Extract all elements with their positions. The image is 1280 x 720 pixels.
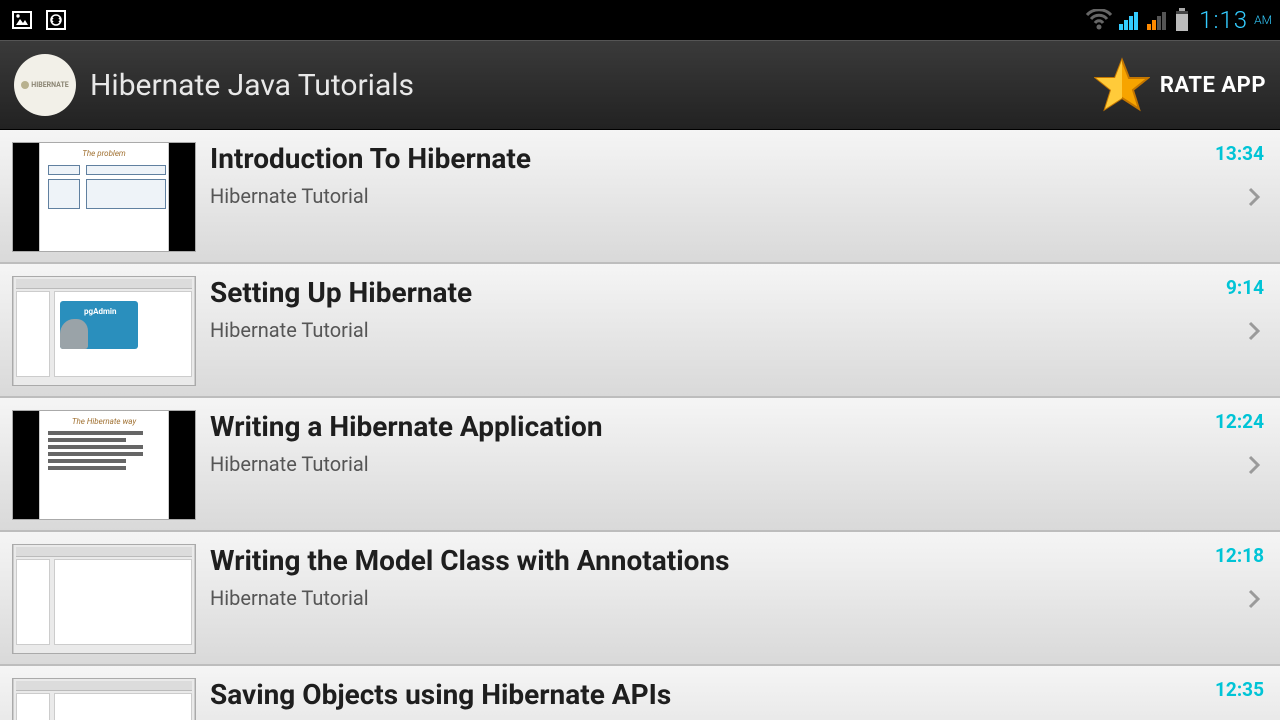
video-subtitle: Hibernate Tutorial [210,184,1201,208]
rate-app-label: RATE APP [1160,73,1266,98]
status-bar: 1:13 AM [0,0,1280,40]
video-title: Writing a Hibernate Application [210,410,1201,444]
list-item[interactable]: The Hibernate way Writing a Hibernate Ap… [0,398,1280,532]
video-thumbnail [12,544,196,654]
video-thumbnail [12,276,196,386]
video-title: Setting Up Hibernate [210,276,1212,310]
signal-1-icon [1117,6,1141,34]
signal-2-icon [1145,6,1169,34]
video-duration: 12:18 [1215,544,1264,567]
chevron-right-icon [1244,589,1264,609]
list-item[interactable]: Setting Up Hibernate Hibernate Tutorial … [0,264,1280,398]
video-duration: 9:14 [1226,276,1264,299]
list-item[interactable]: The problem Introduction To Hibernate Hi… [0,130,1280,264]
app-logo-text: HIBERNATE [31,81,68,89]
video-thumbnail [12,678,196,720]
gallery-icon [8,6,36,34]
list-item[interactable]: Saving Objects using Hibernate APIs Hibe… [0,666,1280,720]
sync-icon [42,6,70,34]
video-subtitle: Hibernate Tutorial [210,452,1201,476]
app-bar: HIBERNATE Hibernate Java Tutorials RATE … [0,40,1280,130]
rate-app-button[interactable]: RATE APP [1094,57,1266,113]
video-title: Saving Objects using Hibernate APIs [210,678,1201,712]
video-duration: 12:24 [1215,410,1264,433]
battery-icon [1173,6,1191,34]
clock-ampm: AM [1252,13,1272,27]
app-logo: HIBERNATE [14,54,76,116]
video-list[interactable]: The problem Introduction To Hibernate Hi… [0,130,1280,720]
video-subtitle: Hibernate Tutorial [210,318,1212,342]
video-title: Introduction To Hibernate [210,142,1201,176]
app-title: Hibernate Java Tutorials [90,68,414,103]
video-duration: 12:35 [1215,678,1264,701]
list-item[interactable]: Writing the Model Class with Annotations… [0,532,1280,666]
chevron-right-icon [1244,321,1264,341]
star-icon [1094,57,1150,113]
chevron-right-icon [1244,187,1264,207]
chevron-right-icon [1244,455,1264,475]
video-title: Writing the Model Class with Annotations [210,544,1201,578]
clock-time: 1:13 [1195,6,1248,34]
video-duration: 13:34 [1215,142,1264,165]
video-subtitle: Hibernate Tutorial [210,586,1201,610]
video-thumbnail: The Hibernate way [12,410,196,520]
wifi-icon [1085,6,1113,34]
video-thumbnail: The problem [12,142,196,252]
